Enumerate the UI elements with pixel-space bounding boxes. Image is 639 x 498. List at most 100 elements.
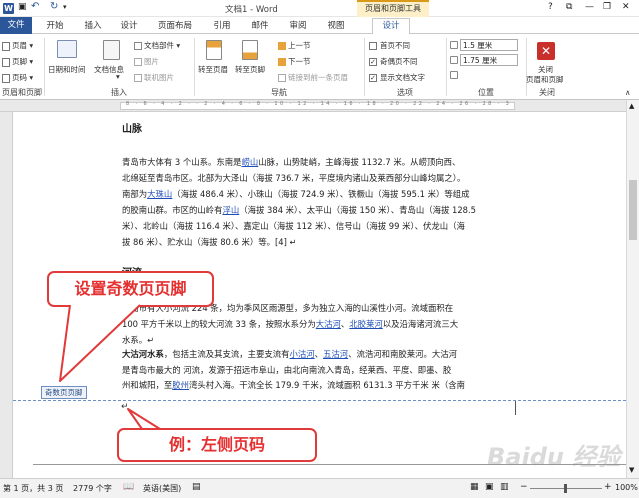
collapse-ribbon-icon[interactable]: ∧ <box>625 88 631 97</box>
minimize-button[interactable]: — <box>585 2 594 12</box>
diff-odd-even-checkbox[interactable]: ✓ 奇偶页不同 <box>369 56 418 67</box>
read-mode-icon[interactable]: ▦ <box>470 482 479 492</box>
next-section-button[interactable]: 下一节 <box>278 56 311 67</box>
paragraph-line: 南部为大珠山（海拔 486.4 米）、小珠山（海拔 724.9 米）、铁橛山（海… <box>122 189 470 199</box>
odd-footer-tag: 奇数页页脚 <box>41 386 87 399</box>
goto-header-icon <box>206 40 222 60</box>
scroll-up-icon[interactable]: ▲ <box>629 102 634 110</box>
ribbon: 页眉 ▾ 页脚 ▾ 页码 ▾ 页眉和页脚 日期和时间 文档信息 ▾ 文档部件 ▾… <box>0 34 639 100</box>
word-count[interactable]: 2779 个字 <box>73 483 112 494</box>
picture-label: 图片 <box>144 57 159 66</box>
datetime-button[interactable]: 日期和时间 <box>48 64 86 75</box>
zoom-level[interactable]: 100% <box>615 483 638 492</box>
tab-review[interactable]: 审阅 <box>283 19 313 33</box>
page-number-label: 页码 <box>12 73 27 82</box>
close-window-button[interactable]: ✕ <box>622 2 630 12</box>
language[interactable]: 英语(美国) <box>143 483 181 494</box>
help-icon[interactable]: ? <box>548 2 553 12</box>
paragraph-line: 米）、北岭山（海拔 116.4 米）、嘉定山（海拔 112 米）、信号山（海拔 … <box>122 221 465 231</box>
context-tab-header: 页眉和页脚工具 <box>357 0 429 17</box>
tab-references[interactable]: 引用 <box>207 19 237 33</box>
goto-footer-button[interactable]: 转至页脚 <box>235 64 265 75</box>
footer-cursor[interactable]: ↵ <box>121 402 129 412</box>
group-options: 选项 <box>397 88 413 97</box>
diff-first-label: 首页不同 <box>380 41 410 50</box>
link-prev-label: 链接到前一条页眉 <box>288 73 348 82</box>
goto-header-button[interactable]: 转至页眉 <box>198 64 228 75</box>
vertical-ruler[interactable] <box>0 112 13 478</box>
save-icon[interactable]: ▣ <box>18 2 27 12</box>
restore-button[interactable]: ❐ <box>603 2 611 12</box>
docparts-button[interactable]: 文档部件 ▾ <box>134 40 180 51</box>
ribbon-tabs: 文件 开始 插入 设计 页面布局 引用 邮件 审阅 视图 设计 <box>0 17 639 35</box>
next-label: 下一节 <box>288 57 311 66</box>
scroll-thumb[interactable] <box>629 180 637 240</box>
header-top-spinner[interactable]: 1.5 厘米 <box>460 39 518 51</box>
prev-section-button[interactable]: 上一节 <box>278 40 311 51</box>
customize-qat-icon[interactable]: ▾ <box>63 3 67 11</box>
paragraph-line: 是青岛市最大的 河流，发源于招远市阜山，由北向南流入青岛，经莱西、平度、即墨、胶 <box>122 365 452 375</box>
prev-label: 上一节 <box>288 41 311 50</box>
paragraph-line: 北绵延至青岛市区。北部为大泽山（海拔 736.7 米，平度境内诸山及莱西部分山峰… <box>122 173 466 183</box>
tab-view[interactable]: 视图 <box>321 19 351 33</box>
header-label: 页眉 <box>12 41 27 50</box>
docparts-label: 文档部件 <box>144 41 174 50</box>
macro-icon[interactable]: ▤ <box>192 482 201 492</box>
undo-icon[interactable]: ↶ <box>31 1 39 12</box>
close-hf-label2[interactable]: 页眉和页脚 <box>526 74 564 85</box>
horizontal-ruler[interactable]: 8 · 6 · 4 · 2 · · 2 · 4 · 6 · 8 · 10 · 1… <box>0 100 639 112</box>
tab-design[interactable]: 设计 <box>114 19 144 33</box>
zoom-in-icon[interactable]: + <box>604 482 612 492</box>
online-picture-label: 联机图片 <box>144 73 174 82</box>
diff-first-page-checkbox[interactable]: 首页不同 <box>369 40 410 51</box>
checkbox-checked-icon: ✓ <box>369 58 377 66</box>
close-hf-icon[interactable]: ✕ <box>537 42 555 60</box>
picture-button[interactable]: 图片 <box>134 56 159 67</box>
goto-footer-icon <box>242 40 258 60</box>
paragraph-line: 青岛市大体有 3 个山系。东南是崂山山脉，山势陡峭，主峰海拔 1132.7 米。… <box>122 157 461 167</box>
ribbon-display-icon[interactable]: ⧉ <box>566 2 572 12</box>
next-icon <box>278 58 286 66</box>
tab-hf-design[interactable]: 设计 <box>372 18 410 35</box>
vertical-scrollbar[interactable]: ▲ ▼ <box>626 100 639 478</box>
paragraph-line: 大沽河水系，包括主流及其支流，主要支流有小沽河、五沽河、流浩河和南胶莱河。大沽河 <box>122 349 457 359</box>
tab-mailings[interactable]: 邮件 <box>245 19 275 33</box>
tab-insert[interactable]: 插入 <box>78 19 108 33</box>
show-doc-text-checkbox[interactable]: ✓ 显示文档文字 <box>369 72 425 83</box>
picture-icon <box>134 58 142 66</box>
online-picture-icon <box>134 74 142 82</box>
footer-position-icon <box>450 56 458 64</box>
title-bar: W ▣ ↶ ↻ ▾ 文档1 - Word 页眉和页脚工具 ? ⧉ — ❐ ✕ <box>0 0 639 17</box>
docinfo-dropdown-icon[interactable]: ▾ <box>116 72 120 81</box>
page-number-icon <box>2 73 10 83</box>
watermark: Baidu 经验 <box>487 443 621 471</box>
callout-set-odd-footer: 设置奇数页页脚 <box>47 271 214 307</box>
tab-layout[interactable]: 页面布局 <box>152 19 198 33</box>
online-picture-button[interactable]: 联机图片 <box>134 72 174 83</box>
scroll-down-icon[interactable]: ▼ <box>629 466 634 474</box>
page-number-button[interactable]: 页码 ▾ <box>2 72 33 83</box>
group-close: 关闭 <box>539 88 555 97</box>
proofing-icon[interactable]: 📖 <box>123 482 134 492</box>
calendar-icon <box>57 40 77 58</box>
checkbox-unchecked-icon <box>369 42 377 50</box>
header-button[interactable]: 页眉 ▾ <box>2 40 33 51</box>
link-icon <box>278 74 286 82</box>
group-position: 位置 <box>478 88 494 97</box>
tab-home[interactable]: 开始 <box>40 19 70 33</box>
alignment-tab-icon[interactable] <box>450 71 458 79</box>
docparts-icon <box>134 42 142 50</box>
paragraph-line: 100 平方千米以上的较大河流 33 条，按照水系分为大沽河、北胶莱河以及沿海诸… <box>122 319 459 329</box>
page-count[interactable]: 第 1 页，共 3 页 <box>3 483 63 494</box>
link-previous-button[interactable]: 链接到前一条页眉 <box>278 72 348 83</box>
tab-file[interactable]: 文件 <box>0 17 32 34</box>
footer-bottom-spinner[interactable]: 1.75 厘米 <box>460 54 518 66</box>
zoom-out-icon[interactable]: − <box>520 482 528 492</box>
footer-label: 页脚 <box>12 57 27 66</box>
web-layout-icon[interactable]: ▥ <box>500 482 509 492</box>
zoom-thumb[interactable] <box>564 484 567 493</box>
footer-button[interactable]: 页脚 ▾ <box>2 56 33 67</box>
redo-icon[interactable]: ↻ <box>50 1 58 12</box>
print-layout-icon[interactable]: ▣ <box>485 482 494 492</box>
word-logo-icon[interactable]: W <box>3 3 14 14</box>
